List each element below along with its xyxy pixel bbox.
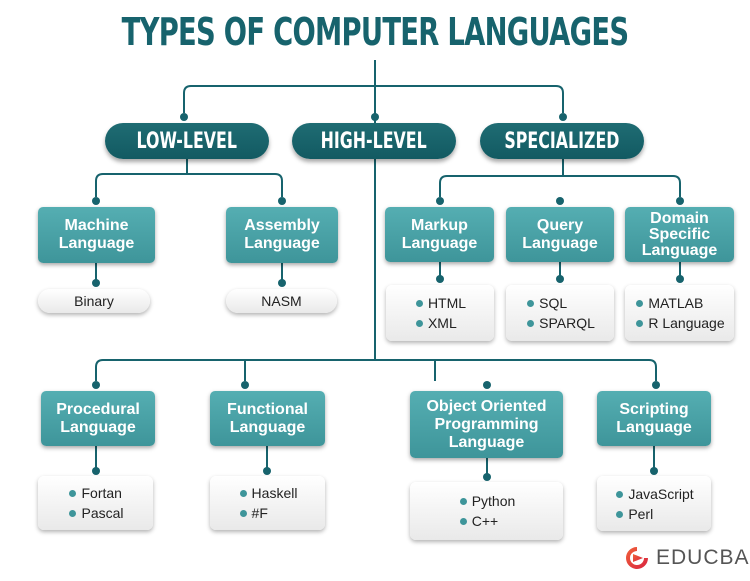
bullet-icon bbox=[69, 510, 77, 517]
educba-logo: EDUCBA bbox=[624, 545, 750, 571]
list-item: MATLAB bbox=[634, 293, 724, 313]
example-text: R Language bbox=[648, 315, 725, 331]
node-machine-language: Machine Language bbox=[38, 207, 155, 263]
node-markup-language: Markup Language bbox=[385, 207, 494, 262]
category-specialized: SPECIALIZED bbox=[480, 123, 644, 159]
bullet-icon bbox=[239, 490, 247, 497]
connector-spec-bar bbox=[439, 175, 681, 197]
node-label: Object Oriented Programming Language bbox=[426, 397, 547, 451]
node-label: Machine Language bbox=[58, 217, 135, 252]
example-text: C++ bbox=[471, 513, 499, 529]
example-text: Haskell bbox=[251, 485, 298, 501]
examples-markup: HTML XML bbox=[386, 285, 494, 341]
bullet-icon bbox=[459, 498, 467, 505]
list-item: Pascal bbox=[67, 503, 124, 523]
node-label: Procedural Language bbox=[56, 400, 140, 436]
examples-scripting: JavaScript Perl bbox=[597, 476, 711, 531]
list-item: Python bbox=[458, 491, 516, 511]
list-item: Fortan bbox=[67, 483, 123, 503]
node-label: Scripting Language bbox=[616, 400, 692, 436]
node-label: Functional Language bbox=[227, 400, 308, 436]
connector-high-bar bbox=[95, 359, 657, 381]
list-item: HTML bbox=[414, 293, 466, 313]
example-text: Python bbox=[471, 493, 516, 509]
bullet-icon bbox=[636, 300, 644, 307]
node-query-language: Query Language bbox=[506, 207, 614, 262]
connector-low-bar bbox=[95, 173, 283, 197]
category-low-level: LOW-LEVEL bbox=[105, 123, 269, 159]
examples-functional: Haskell #F bbox=[210, 476, 325, 530]
bullet-icon bbox=[527, 320, 535, 327]
example-text: Fortan bbox=[81, 485, 122, 501]
examples-domain: MATLAB R Language bbox=[625, 285, 734, 341]
category-high-level: HIGH-LEVEL bbox=[292, 123, 456, 159]
list-item: #F bbox=[238, 503, 298, 523]
list-item: SQL bbox=[525, 293, 595, 313]
example-text: JavaScript bbox=[628, 485, 694, 502]
bullet-icon bbox=[616, 510, 624, 518]
example-nasm: NASM bbox=[226, 289, 337, 313]
node-label: Assembly Language bbox=[244, 217, 320, 252]
example-text: SQL bbox=[539, 295, 568, 311]
bullet-icon bbox=[415, 320, 423, 327]
node-object-oriented-language: Object Oriented Programming Language bbox=[410, 391, 563, 458]
example-text: HTML bbox=[427, 295, 467, 311]
node-assembly-language: Assembly Language bbox=[226, 207, 338, 263]
node-procedural-language: Procedural Language bbox=[41, 391, 155, 446]
bullet-icon bbox=[616, 490, 624, 498]
examples-object-oriented: Python C++ bbox=[410, 482, 563, 540]
bullet-icon bbox=[527, 300, 535, 307]
bullet-icon bbox=[415, 300, 423, 307]
bullet-icon bbox=[239, 510, 247, 517]
list-item: Perl bbox=[614, 504, 693, 524]
bullet-icon bbox=[636, 320, 644, 327]
example-text: MATLAB bbox=[648, 295, 704, 311]
example-text: XML bbox=[427, 315, 457, 331]
list-item: XML bbox=[414, 313, 466, 333]
category-label: HIGH-LEVEL bbox=[320, 128, 428, 154]
example-text: #F bbox=[251, 505, 268, 521]
logo-text: EDUCBA bbox=[656, 546, 750, 569]
list-item: Haskell bbox=[238, 483, 298, 503]
example-text: Pascal bbox=[81, 505, 124, 521]
list-item: JavaScript bbox=[614, 484, 694, 504]
node-label: Markup Language bbox=[401, 216, 478, 252]
example-text: Perl bbox=[628, 505, 654, 522]
node-scripting-language: Scripting Language bbox=[597, 391, 711, 446]
list-item: R Language bbox=[634, 313, 725, 333]
category-label: LOW-LEVEL bbox=[136, 128, 238, 154]
example-binary: Binary bbox=[38, 289, 150, 313]
list-item: SPARQL bbox=[525, 313, 595, 333]
bullet-icon bbox=[69, 490, 77, 497]
node-functional-language: Functional Language bbox=[210, 391, 325, 446]
node-label: Domain Specific Language bbox=[641, 209, 718, 259]
bullet-icon bbox=[459, 518, 467, 525]
node-domain-specific-language: Domain Specific Language bbox=[625, 207, 734, 262]
category-label: SPECIALIZED bbox=[504, 128, 620, 154]
node-label: Query Language bbox=[522, 216, 598, 252]
example-text: SPARQL bbox=[539, 315, 595, 331]
connector-top-bar bbox=[183, 85, 564, 113]
list-item: C++ bbox=[458, 511, 516, 531]
educba-logo-icon bbox=[626, 547, 648, 569]
examples-procedural: Fortan Pascal bbox=[38, 476, 153, 530]
examples-query: SQL SPARQL bbox=[506, 285, 614, 341]
